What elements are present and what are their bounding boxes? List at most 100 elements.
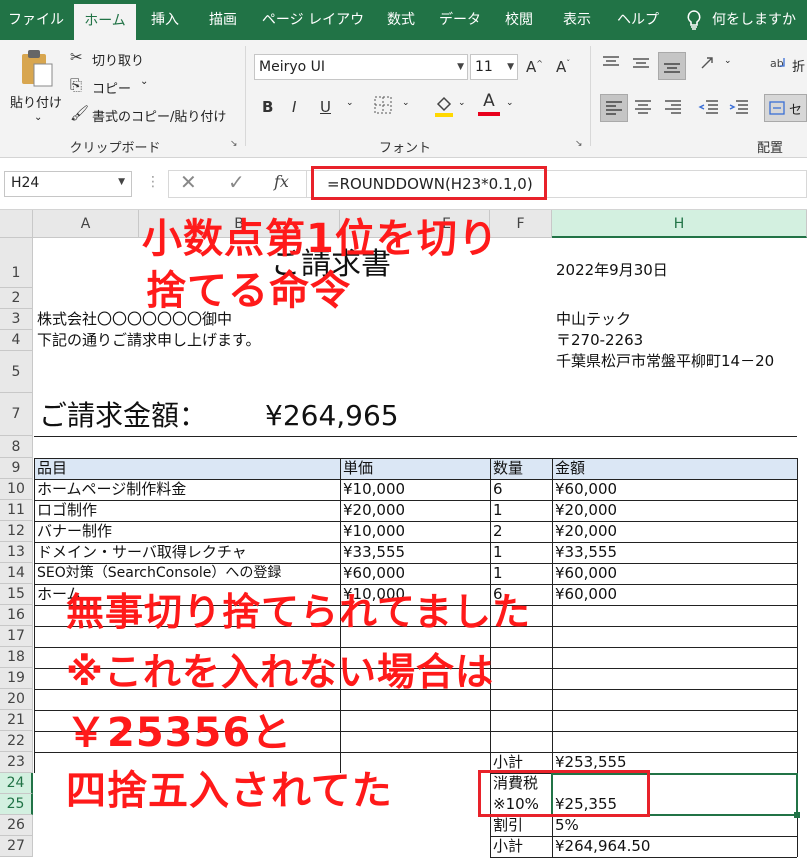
table-header-amount[interactable]: 金額 [552,458,585,479]
tab-view[interactable]: 表示 [552,0,602,40]
chevron-down-icon[interactable]: ⌄ [724,56,732,66]
paste-button[interactable] [14,46,62,92]
row-header[interactable]: 10 [0,479,33,500]
total-label[interactable]: ご請求金額： [36,398,207,434]
row-header[interactable]: 23 [0,752,33,773]
company-address[interactable]: 千葉県松戸市常盤平柳町14－20 [553,351,774,372]
align-middle-icon[interactable] [630,54,652,76]
row-header[interactable]: 2 [0,288,33,309]
increase-font-icon[interactable]: A^ [526,58,543,76]
row-header[interactable]: 1 [0,238,33,288]
chevron-down-icon[interactable]: ⌄ [458,98,466,108]
tab-insert[interactable]: 挿入 [140,0,190,40]
align-center-icon[interactable] [632,98,654,122]
chevron-down-icon[interactable]: ⌄ [402,98,410,108]
row-header[interactable]: 16 [0,605,33,626]
row-header[interactable]: 24 [0,773,33,794]
select-all-corner[interactable] [0,210,33,238]
item-qty[interactable]: 1 [490,500,503,521]
row-header[interactable]: 4 [0,330,33,351]
item-qty[interactable]: 1 [490,542,503,563]
cut-button[interactable]: 切り取り [92,50,144,69]
invoice-date[interactable]: 2022年9月30日 [553,260,668,281]
row-header[interactable]: 20 [0,689,33,710]
row-header[interactable]: 7 [0,393,33,436]
borders-icon[interactable] [374,96,392,118]
row-header[interactable]: 18 [0,647,33,668]
invoice-message[interactable]: 下記の通りご請求申し上げます。 [34,330,261,351]
final-label[interactable]: 小計 [490,836,523,857]
discount-value[interactable]: 5% [552,815,579,836]
total-value[interactable]: ¥264,965 [262,398,399,434]
orientation-icon[interactable] [698,54,720,76]
table-header-item[interactable]: 品目 [34,458,67,479]
item-price[interactable]: ¥10,000 [340,521,405,542]
item-amount[interactable]: ¥60,000 [552,584,617,605]
tab-help[interactable]: ヘルプ [610,0,666,40]
item-name[interactable]: ロゴ制作 [34,500,97,521]
item-amount[interactable]: ¥20,000 [552,500,617,521]
discount-label[interactable]: 割引 [490,815,523,836]
row-header[interactable]: 12 [0,521,33,542]
align-right-icon[interactable] [662,98,684,122]
wrap-text-icon[interactable]: ab [770,54,790,76]
item-name[interactable]: バナー制作 [34,521,112,542]
more-options-icon[interactable]: ⋮ [146,174,160,190]
item-qty[interactable]: 1 [490,563,503,584]
row-header[interactable]: 25 [0,794,33,815]
fill-color-icon[interactable] [434,94,454,122]
tab-file[interactable]: ファイル [4,0,68,40]
row-header[interactable]: 26 [0,815,33,836]
item-amount[interactable]: ¥33,555 [552,542,617,563]
fill-handle[interactable] [794,812,800,818]
decrease-font-icon[interactable]: Aˇ [556,58,570,76]
paste-dropdown-icon[interactable]: ⌄ [34,112,42,123]
row-header[interactable]: 17 [0,626,33,647]
final-value[interactable]: ¥264,964.50 [552,836,650,857]
font-color-icon[interactable]: A [478,92,500,116]
item-price[interactable]: ¥10,000 [340,479,405,500]
row-header[interactable]: 22 [0,731,33,752]
tab-draw[interactable]: 描画 [196,0,250,40]
row-header[interactable]: 14 [0,563,33,584]
tab-formulas[interactable]: 数式 [378,0,424,40]
company-postal[interactable]: 〒270-2263 [553,330,643,351]
name-box[interactable]: H24 ▼ [4,171,132,197]
row-header[interactable]: 3 [0,309,33,330]
decrease-indent-icon[interactable] [698,98,720,122]
item-price[interactable]: ¥20,000 [340,500,405,521]
format-painter-button[interactable]: 書式のコピー/貼り付け [92,106,226,125]
underline-icon[interactable]: U [320,98,331,116]
enter-icon[interactable]: ✓ [228,170,245,194]
row-header[interactable]: 15 [0,584,33,605]
column-header-f[interactable]: F [490,210,552,238]
row-header[interactable]: 11 [0,500,33,521]
wrap-text-label[interactable]: 折 [792,56,805,75]
font-size-select[interactable]: 11 ▼ [470,54,518,80]
company-name[interactable]: 中山テック [553,309,631,330]
column-header-a[interactable]: A [33,210,139,238]
row-header[interactable]: 19 [0,668,33,689]
row-header[interactable]: 5 [0,351,33,393]
item-qty[interactable]: 2 [490,521,503,542]
tab-home[interactable]: ホーム [74,4,136,40]
item-name[interactable]: ホームページ制作料金 [34,479,186,500]
row-header[interactable]: 13 [0,542,33,563]
copy-button[interactable]: コピー [92,78,131,97]
tab-page-layout[interactable]: ページ レイアウト [256,0,370,68]
item-price[interactable]: ¥33,555 [340,542,405,563]
tell-me-search[interactable]: 何をしますか [712,0,804,40]
row-header[interactable]: 8 [0,436,33,458]
italic-icon[interactable]: I [292,98,296,116]
tab-review[interactable]: 校閲 [496,0,542,40]
paste-label[interactable]: 貼り付け [10,92,62,111]
column-header-h[interactable]: H [552,210,807,238]
item-name[interactable]: ドメイン・サーバ取得レクチャ [34,542,247,563]
item-amount[interactable]: ¥60,000 [552,479,617,500]
row-header[interactable]: 21 [0,710,33,731]
item-name[interactable]: SEO対策（SearchConsole）への登録 [34,563,281,584]
clipboard-launcher-icon[interactable]: ↘ [230,139,238,149]
row-header[interactable]: 9 [0,458,33,479]
copy-dropdown-icon[interactable]: ⌄ [140,76,148,87]
chevron-down-icon[interactable]: ⌄ [506,98,514,108]
